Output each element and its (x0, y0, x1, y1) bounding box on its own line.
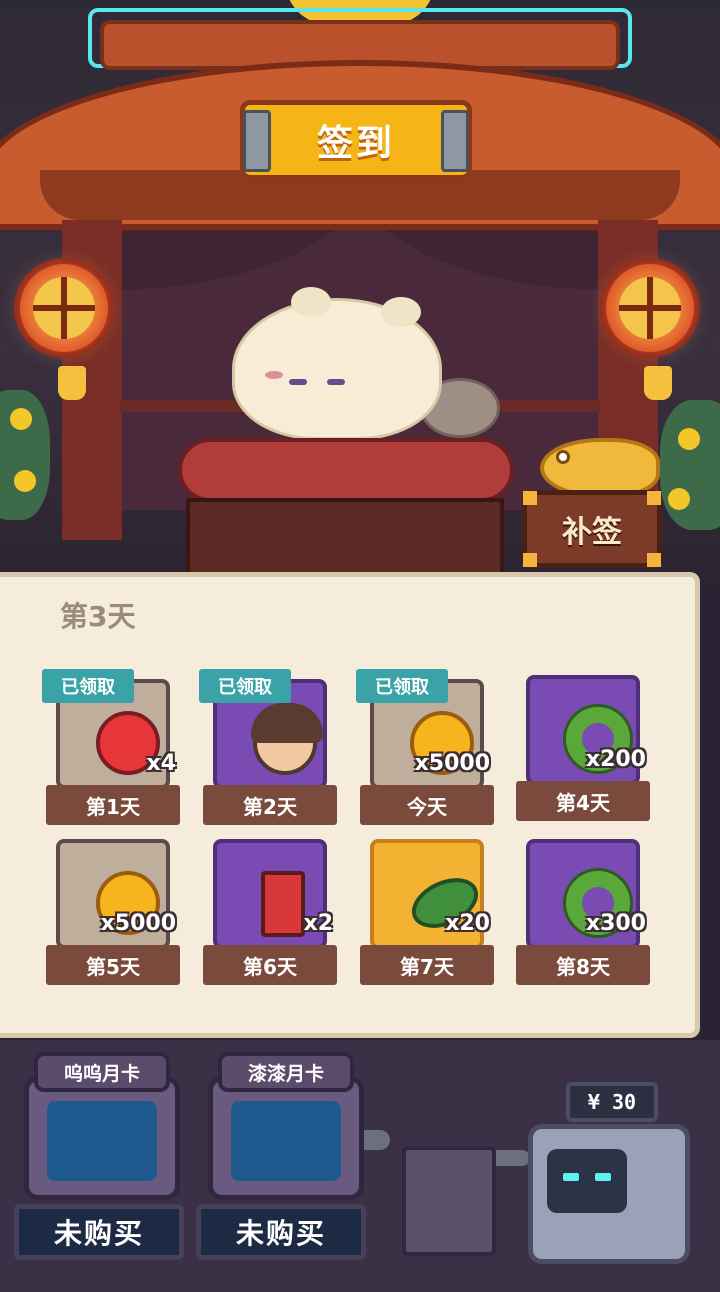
sleeping-mascot[interactable] (232, 287, 442, 440)
taiyaki-fish-icon (540, 438, 660, 498)
reward-day-8[interactable]: x300 第8天 (516, 839, 650, 989)
mascot-blush (265, 371, 283, 379)
mascot-eye (289, 379, 307, 385)
monthly-card-silhouette (231, 1101, 341, 1181)
character-avatar-icon (251, 703, 323, 775)
current-day-title: 第3天 (60, 600, 136, 633)
storage-cabinet (402, 1146, 496, 1256)
reward-quantity: x200 (585, 747, 646, 772)
reward-quantity: x4 (146, 751, 177, 776)
reward-quantity: x5000 (100, 911, 176, 936)
flower-icon (14, 470, 36, 492)
mascot-ear (381, 297, 421, 327)
monthly-card-name: 漆漆月卡 (218, 1052, 354, 1092)
monthly-card-frame (24, 1076, 180, 1200)
lantern-left-icon (14, 258, 114, 358)
reward-day-2[interactable]: 已领取 第2天 (199, 669, 337, 829)
mascot-eye (327, 379, 345, 385)
day-label: 第2天 (203, 785, 337, 825)
monthly-card-name: 呜呜月卡 (34, 1052, 170, 1092)
makeup-sign-in-button[interactable]: 补签 (522, 490, 662, 568)
sign-bracket-right (441, 110, 469, 172)
fish-eye (556, 450, 570, 464)
reward-day-4[interactable]: x200 第4天 (516, 675, 650, 825)
cushion-stand (186, 498, 504, 580)
claimed-badge: 已领取 (199, 669, 291, 703)
lantern-tassel-right (644, 366, 672, 400)
makeup-button-label: 补签 (562, 515, 622, 550)
check-in-sign: 签到 (240, 100, 472, 180)
mascot-ear (291, 287, 331, 317)
day-label: 第8天 (516, 945, 650, 985)
flower-icon (668, 488, 690, 510)
day-label: 第5天 (46, 945, 180, 985)
day-label: 今天 (360, 785, 494, 825)
reward-day-5[interactable]: x5000 第5天 (46, 839, 180, 989)
buy-wuwu-card-button[interactable]: 未购买 (14, 1204, 184, 1260)
reward-day-7[interactable]: x20 第7天 (360, 839, 494, 989)
button-corner (523, 553, 537, 567)
flower-icon (678, 428, 700, 450)
battery-icon (261, 871, 305, 937)
robot-eye (563, 1173, 579, 1181)
day-label: 第4天 (516, 781, 650, 821)
button-corner (523, 491, 537, 505)
lantern-tassel-left (58, 366, 86, 400)
reward-quantity: x2 (303, 911, 334, 936)
claimed-badge: 已领取 (42, 669, 134, 703)
shop-robot-machine[interactable] (528, 1124, 690, 1264)
flower-icon (10, 408, 32, 430)
buy-qiqi-card-button[interactable]: 未购买 (196, 1204, 366, 1260)
reward-quantity: x300 (585, 911, 646, 936)
sign-bracket-left (243, 110, 271, 172)
robot-eye (595, 1173, 611, 1181)
day-label: 第1天 (46, 785, 180, 825)
monthly-card-silhouette (47, 1101, 157, 1181)
reward-day-6[interactable]: x2 第6天 (203, 839, 337, 989)
lantern-right-icon (600, 258, 700, 358)
monthly-card-qiqi[interactable]: 漆漆月卡 (208, 1052, 364, 1200)
check-in-panel: 第3天 x4 已领取 第1天 已领取 第2天 x5000 已领取 今天 x200… (0, 572, 700, 1038)
shrine-scene: 签到 补签 (0, 0, 720, 580)
shop-price-display: ¥ 30 (566, 1082, 658, 1122)
day-label: 第6天 (203, 945, 337, 985)
red-cushion (178, 438, 514, 502)
monthly-card-wuwu[interactable]: 呜呜月卡 (24, 1052, 180, 1200)
sign-title: 签到 (316, 123, 395, 164)
button-corner (647, 553, 661, 567)
reward-quantity: x20 (445, 911, 490, 936)
claimed-badge: 已领取 (356, 669, 448, 703)
day-label: 第7天 (360, 945, 494, 985)
bush-right (660, 400, 720, 530)
button-corner (647, 491, 661, 505)
reward-day-1[interactable]: x4 已领取 第1天 (42, 669, 180, 829)
reward-quantity: x5000 (414, 751, 490, 776)
robot-face-icon (547, 1149, 627, 1213)
monthly-card-frame (208, 1076, 364, 1200)
reward-day-3[interactable]: x5000 已领取 今天 (356, 669, 494, 829)
